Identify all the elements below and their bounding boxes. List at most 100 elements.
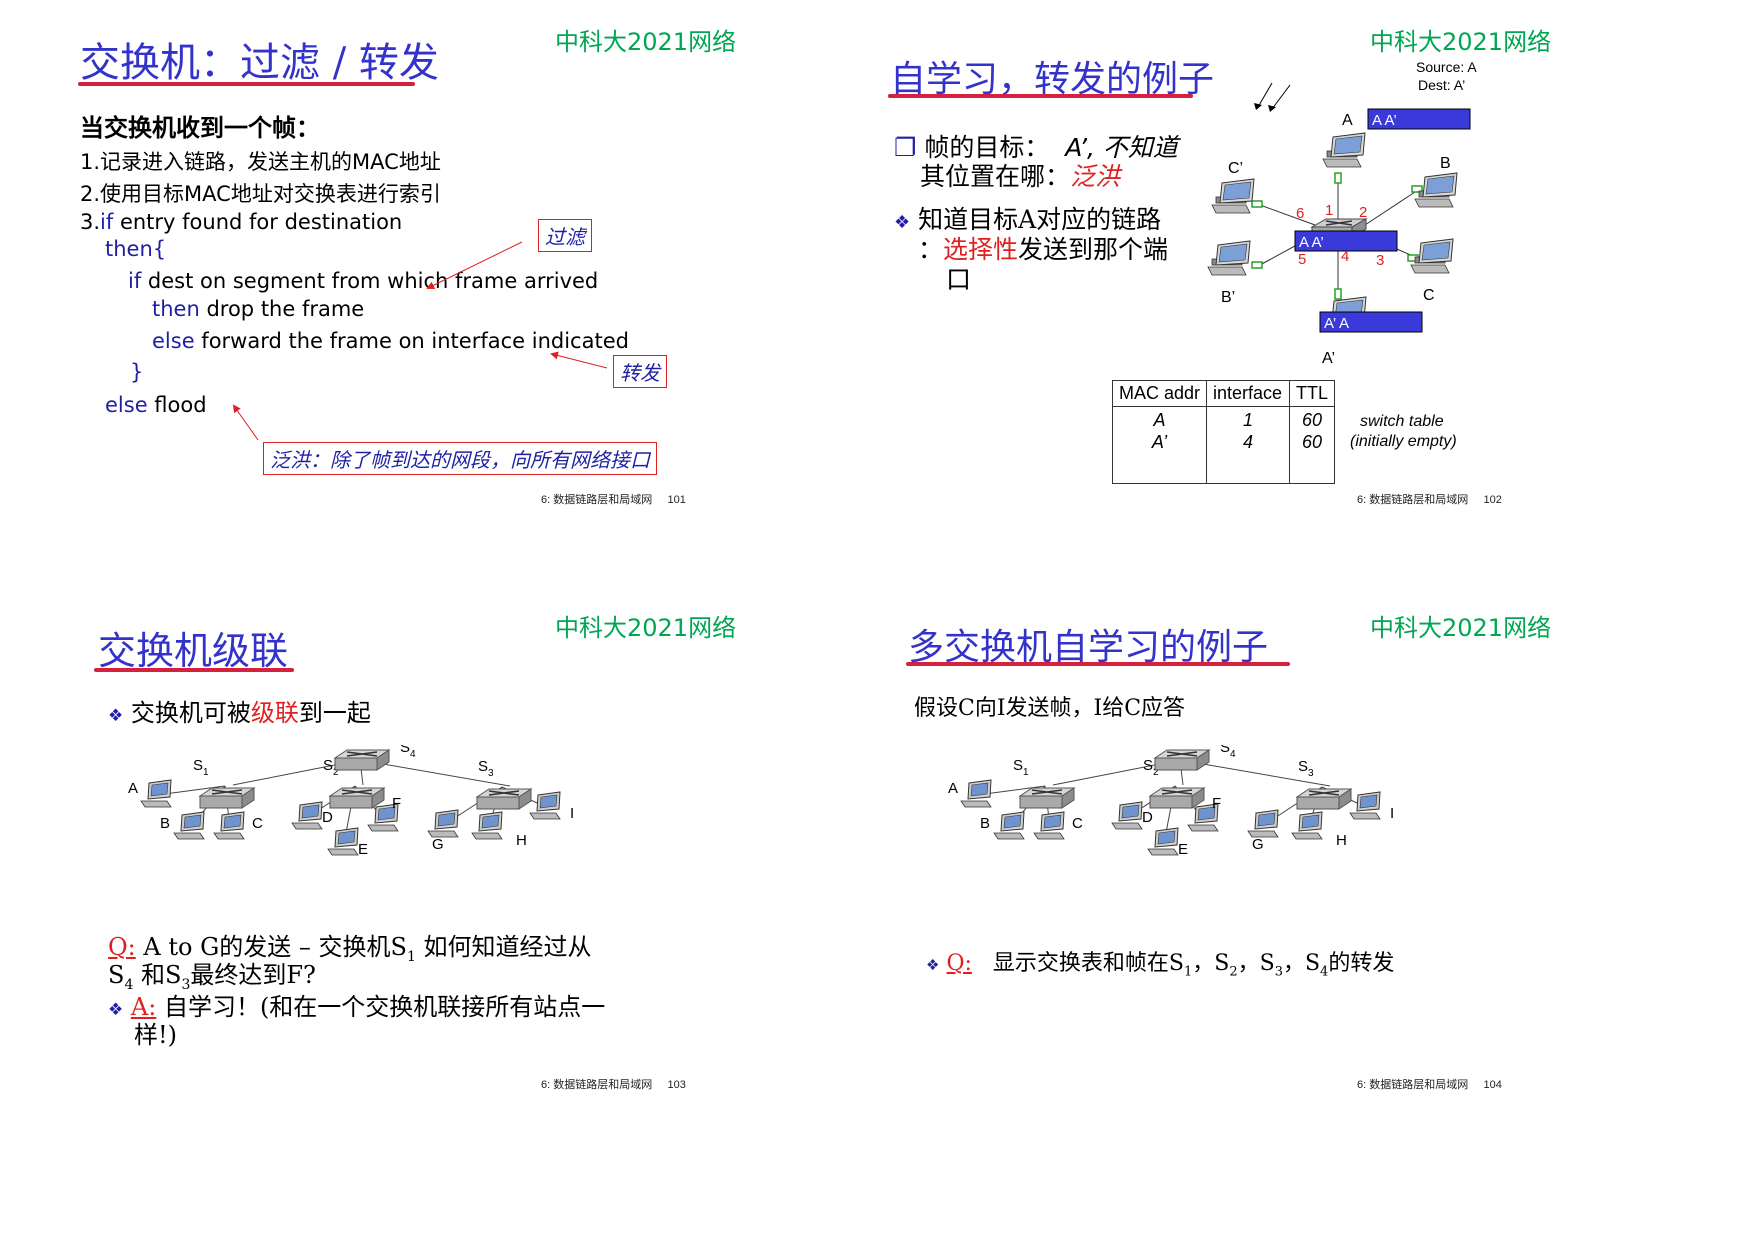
host-pc-icon <box>173 811 205 840</box>
source-label: Source: A <box>1416 59 1477 75</box>
host-pc-icon <box>327 827 359 856</box>
bullet-1-cont: 其位置在哪：泛洪 <box>920 162 1121 191</box>
svg-text:5: 5 <box>1298 251 1306 268</box>
svg-text:2: 2 <box>1359 204 1367 221</box>
question: ❖ Q: 显示交换表和帧在S1，S2，S3，S4的转发 <box>926 951 1395 980</box>
host-label: H <box>1336 832 1347 849</box>
switch-label: S <box>400 745 410 756</box>
host-A-icon <box>1322 132 1366 168</box>
svg-text:1: 1 <box>1325 202 1333 219</box>
switch-label-sub: 3 <box>1308 768 1314 779</box>
host-pc-icon <box>960 779 992 808</box>
footer: 6: 数据链路层和局域网 103 <box>541 1079 686 1091</box>
svg-text:6: 6 <box>1296 205 1304 222</box>
host-Cp-icon <box>1211 178 1255 214</box>
host-label: I <box>1390 805 1394 822</box>
host-label: A <box>948 780 958 797</box>
cascade-topology: S 1 S 2 S 3S 4AB C DEFG HI <box>948 745 1394 858</box>
frame-top-label: A A’ <box>1372 112 1397 129</box>
brand-label: 中科大2021网络 <box>1370 28 1552 56</box>
answer: ❖ A: 自学习！(和在一个交换机联接所有站点一 <box>108 993 606 1021</box>
square-bullet-icon: ❐ <box>894 133 917 162</box>
bullet-2-cont2: 口 <box>946 265 972 294</box>
label-B: B <box>1440 155 1451 172</box>
host-label: E <box>358 841 368 858</box>
frame-mid-label: A A’ <box>1299 234 1324 251</box>
label-C: C <box>1423 287 1435 304</box>
title-underline <box>906 662 1290 666</box>
label-Ap: A’ <box>1322 350 1335 367</box>
switch-label: S <box>1298 758 1308 775</box>
table-caption-1: switch table <box>1360 413 1444 430</box>
switch-icon <box>333 749 391 771</box>
title-underline <box>888 94 1193 98</box>
diamond-bullet-icon: ❖ <box>894 212 911 233</box>
diamond-bullet-icon: ❖ <box>108 706 124 726</box>
switch-icon <box>1148 787 1206 809</box>
footer: 6: 数据链路层和局域网 104 <box>1357 1079 1502 1091</box>
switch-icon <box>328 787 386 809</box>
host-pc-icon <box>1247 809 1279 838</box>
label-Cp: C’ <box>1228 160 1243 177</box>
answer-cont: 样!) <box>134 1021 178 1049</box>
switch-icon <box>1295 788 1353 810</box>
host-label: E <box>1178 841 1188 858</box>
intro-text: 假设C向I发送帧，I给C应答 <box>914 696 1186 721</box>
switch-label: S <box>478 758 488 775</box>
switch-label-sub: 4 <box>410 749 416 760</box>
switch-label: S <box>193 757 203 774</box>
host-pc-icon <box>1291 811 1323 840</box>
dest-label: Dest: A’ <box>1418 77 1465 93</box>
footer: 6: 数据链路层和局域网 102 <box>1357 494 1502 506</box>
cascade-topology: S 1 S 2 S 3S 4AB C DEFG HI <box>128 745 574 858</box>
host-label: B <box>980 815 990 832</box>
host-label: F <box>1212 795 1221 812</box>
host-pc-icon <box>529 791 561 820</box>
host-label: I <box>570 805 574 822</box>
host-pc-icon <box>471 811 503 840</box>
host-label: H <box>516 832 527 849</box>
title-underline <box>94 668 294 672</box>
slide-101: 中科大2021网络 交换机：过滤 / 转发 当交换机收到一个帧： 1.记录进入链… <box>0 0 860 600</box>
bullet-1: ❖ 交换机可被级联到一起 <box>108 699 371 727</box>
switch-label: S <box>1143 757 1153 774</box>
switch-label: S <box>1013 757 1023 774</box>
host-label: F <box>392 795 401 812</box>
host-pc-icon <box>140 779 172 808</box>
host-pc-icon <box>1147 827 1179 856</box>
host-label: C <box>1072 815 1083 832</box>
switch-label: S <box>323 757 333 774</box>
switch-icon <box>1153 749 1211 771</box>
switch-icon <box>1018 787 1076 809</box>
switch-icon <box>475 788 533 810</box>
host-pc-icon <box>993 811 1025 840</box>
host-label: D <box>1142 809 1153 826</box>
svg-text:4: 4 <box>1341 248 1349 265</box>
slide-102: 中科大2021网络 自学习，转发的例子 ❐ 帧的目标： A’, 不知道 其位置在… <box>870 0 1730 600</box>
switch-label-sub: 1 <box>203 767 209 778</box>
host-label: A <box>128 780 138 797</box>
switch-label-sub: 1 <box>1023 767 1029 778</box>
arrow-flood <box>232 404 259 441</box>
host-pc-icon <box>1033 811 1065 840</box>
switch-label-sub: 4 <box>1230 749 1236 760</box>
table-caption-2: (initially empty) <box>1350 433 1457 450</box>
host-label: G <box>432 836 444 853</box>
host-Bp-icon <box>1207 240 1251 276</box>
switch-icon <box>198 787 256 809</box>
brand-label: 中科大2021网络 <box>1370 614 1552 642</box>
slide-104: 中科大2021网络 多交换机自学习的例子 假设C向I发送帧，I给C应答 S1S2… <box>870 614 1730 1250</box>
label-Bp: B’ <box>1221 289 1235 306</box>
arrow-filter <box>426 241 523 289</box>
footer: 6: 数据链路层和局域网 101 <box>541 494 686 506</box>
switch-label: S <box>1220 745 1230 756</box>
table-row: A A’ 14 60 60 <box>1111 406 1336 484</box>
diamond-bullet-icon: ❖ <box>926 956 940 974</box>
host-label: C <box>252 815 263 832</box>
svg-text:3: 3 <box>1376 252 1384 269</box>
host-pc-icon <box>291 801 323 830</box>
self-learning-diagram: A A’ A A’ A’ A Source: A Dest: A’ A B C … <box>1207 59 1477 367</box>
host-label: D <box>322 809 333 826</box>
table-header-row: MAC addr interface TTL <box>1111 380 1336 407</box>
switch-table: MAC addr interface TTL A A’ 14 60 60 <box>1111 380 1336 484</box>
